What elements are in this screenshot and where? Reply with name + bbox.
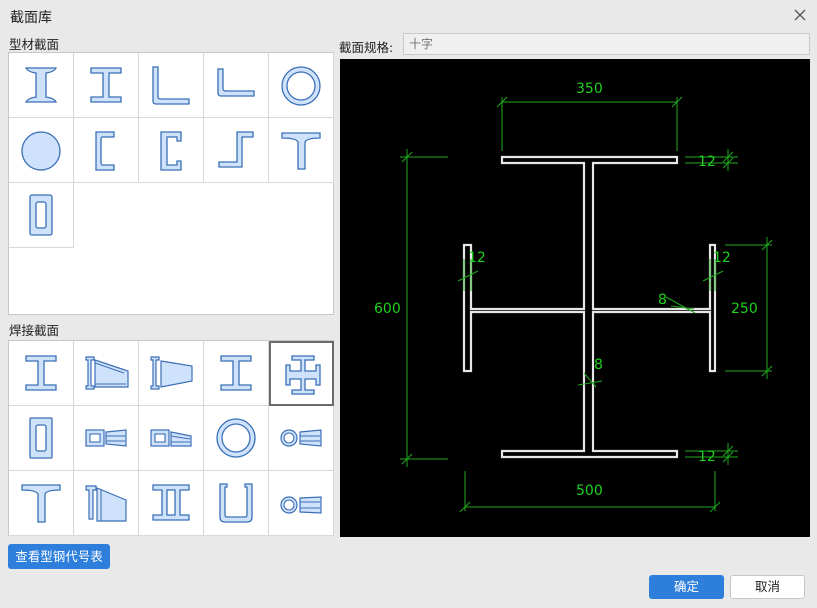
welded-section-label: 焊接截面 xyxy=(9,323,60,338)
i-beam-icon xyxy=(90,67,122,103)
profile-rect-tube-cell[interactable] xyxy=(9,183,74,248)
equal-angle-icon xyxy=(152,66,190,105)
profile-section-label: 型材截面 xyxy=(9,37,60,52)
welded-u-section-cell[interactable] xyxy=(204,471,269,536)
thk-vertical-web: 8 xyxy=(594,357,603,373)
profile-z-section-cell[interactable] xyxy=(204,118,269,183)
thk-bottom-flange: 12 xyxy=(698,449,716,465)
round-bar-icon xyxy=(21,131,61,171)
unequal-angle-icon xyxy=(217,68,255,97)
dim-bottom-width: 500 xyxy=(576,483,603,499)
ok-button[interactable]: 确定 xyxy=(649,575,724,599)
welded-tapered-pipe2-cell[interactable] xyxy=(269,471,334,536)
dimension-labels: 350 500 600 250 12 12 12 12 8 8 xyxy=(374,81,758,499)
section-preview-canvas: 350 500 600 250 12 12 12 12 8 8 xyxy=(340,59,810,537)
thk-horizontal-web: 8 xyxy=(658,292,667,308)
profile-i-beam-cell[interactable] xyxy=(74,53,139,118)
thk-left-flange: 12 xyxy=(468,250,486,266)
welded-section-grid xyxy=(8,340,334,536)
section-library-dialog: 截面库 型材截面 焊接截面 截面规格: 十字 350 500 600 250 1… xyxy=(0,0,817,608)
profile-section-grid xyxy=(8,52,334,315)
dim-top-width: 350 xyxy=(576,81,603,97)
profile-pipe-cell[interactable] xyxy=(269,53,334,118)
profile-unequal-angle-cell[interactable] xyxy=(204,53,269,118)
welded-tapered-h-cell[interactable] xyxy=(74,341,139,406)
welded-cross-section-cell[interactable] xyxy=(269,341,334,406)
welded-box-icon xyxy=(29,417,53,459)
close-icon[interactable] xyxy=(790,5,810,25)
cross-section-icon xyxy=(285,355,321,395)
welded-t-icon xyxy=(21,484,61,523)
section-spec-input[interactable] xyxy=(403,33,810,55)
cross-section-drawing: 350 500 600 250 12 12 12 12 8 8 xyxy=(374,81,773,513)
profile-round-bar-cell[interactable] xyxy=(9,118,74,183)
tapered-h-icon xyxy=(85,356,129,390)
thk-top-flange: 12 xyxy=(698,154,716,170)
cancel-button[interactable]: 取消 xyxy=(730,575,805,599)
profile-lipped-channel-cell[interactable] xyxy=(139,118,204,183)
pipe-icon xyxy=(281,66,321,106)
welded-i-icon xyxy=(220,355,252,391)
tapered-h2-icon xyxy=(150,356,193,390)
welded-box-cell[interactable] xyxy=(9,406,74,471)
welded-tapered-box2-cell[interactable] xyxy=(139,406,204,471)
lipped-channel-icon xyxy=(160,131,182,171)
welded-double-web-cell[interactable] xyxy=(139,471,204,536)
welded-i-section-cell[interactable] xyxy=(204,341,269,406)
t-section-icon xyxy=(281,132,321,170)
welded-h-section-cell[interactable] xyxy=(9,341,74,406)
dimension-lines xyxy=(400,96,773,513)
tapered-box2-icon xyxy=(150,429,192,447)
profile-h-beam-cell[interactable] xyxy=(9,53,74,118)
dim-side-flange-height: 250 xyxy=(731,301,758,317)
tapered-pipe2-icon xyxy=(280,496,322,514)
double-web-icon xyxy=(152,484,190,521)
channel-icon xyxy=(95,131,115,171)
dim-total-height: 600 xyxy=(374,301,401,317)
profile-equal-angle-cell[interactable] xyxy=(139,53,204,118)
u-section-icon xyxy=(219,483,253,523)
section-spec-label: 截面规格: xyxy=(339,40,394,55)
view-steel-code-table-button[interactable]: 查看型钢代号表 xyxy=(8,544,110,569)
welded-h-icon xyxy=(25,355,57,391)
welded-tapered-t-cell[interactable] xyxy=(74,471,139,536)
welded-pipe-icon xyxy=(216,418,256,458)
thk-right-flange: 12 xyxy=(713,250,731,266)
dialog-title: 截面库 xyxy=(10,10,52,26)
tapered-box-icon xyxy=(85,429,127,447)
rect-tube-icon xyxy=(29,194,53,236)
welded-pipe-cell[interactable] xyxy=(204,406,269,471)
tapered-t-icon xyxy=(85,485,127,522)
h-beam-icon xyxy=(24,67,58,103)
profile-t-section-cell[interactable] xyxy=(269,118,334,183)
welded-tapered-box-cell[interactable] xyxy=(74,406,139,471)
tapered-pipe-icon xyxy=(280,429,322,447)
profile-channel-cell[interactable] xyxy=(74,118,139,183)
z-section-icon xyxy=(218,131,254,168)
welded-t-section-cell[interactable] xyxy=(9,471,74,536)
welded-tapered-h2-cell[interactable] xyxy=(139,341,204,406)
welded-tapered-pipe-cell[interactable] xyxy=(269,406,334,471)
